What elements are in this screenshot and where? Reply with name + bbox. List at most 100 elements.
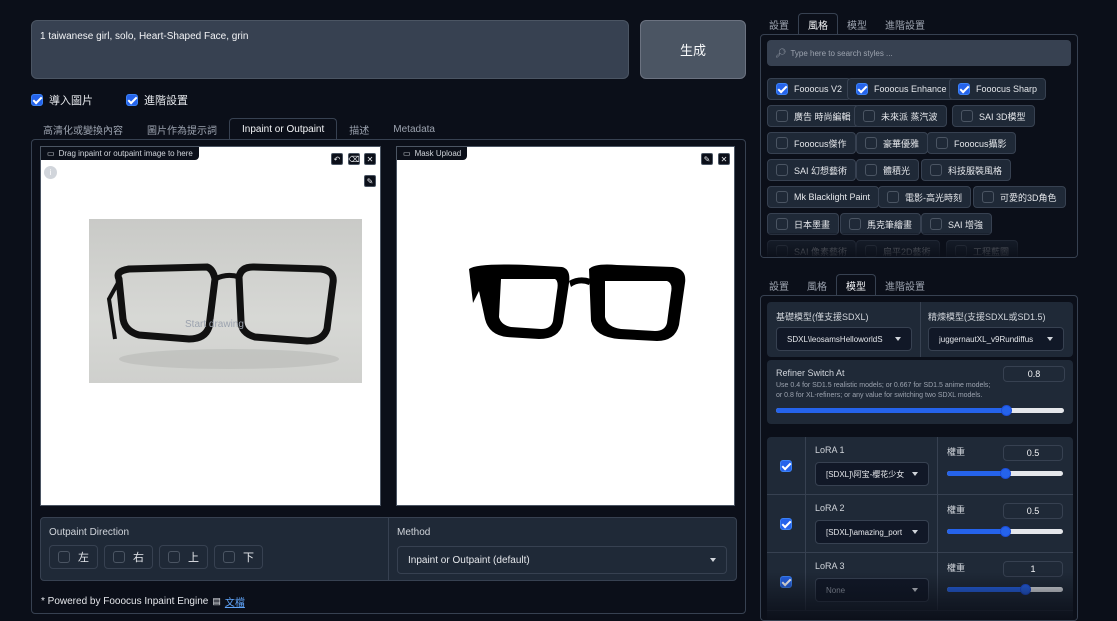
style-chip[interactable]: 廣告 時尚編輯 [767, 105, 860, 127]
tab-describe[interactable]: 描述 [337, 118, 381, 140]
lora-model-dropdown[interactable]: [SDXL]\阿宝-櫻花少女 [815, 462, 929, 486]
slider-thumb[interactable] [1000, 468, 1011, 479]
style-search[interactable]: 🔎︎ Type here to search styles ... [767, 40, 1071, 66]
prompt-textarea[interactable]: 1 taiwanese girl, solo, Heart-Shaped Fac… [31, 20, 629, 79]
tab-image-prompt[interactable]: 圖片作為提示詞 [135, 118, 229, 140]
style-chip-label: Fooocus Sharp [976, 84, 1038, 94]
checkbox-icon[interactable] [930, 164, 942, 176]
checkbox-icon[interactable] [776, 110, 788, 122]
checkbox-icon[interactable] [887, 191, 899, 203]
style-chip[interactable]: Fooocus Sharp [949, 78, 1047, 100]
style-chip[interactable]: 日本墨畫 [767, 213, 840, 235]
style-chip[interactable]: 未來派 蒸汽波 [854, 105, 947, 127]
checkbox-icon[interactable] [982, 191, 994, 203]
styles-panel: 🔎︎ Type here to search styles ... Fooocu… [760, 34, 1078, 258]
checkbox-icon[interactable] [863, 110, 875, 122]
lora-model-dropdown[interactable]: [SDXL]\amazing_port [815, 520, 929, 544]
checkbox-icon[interactable] [168, 551, 180, 563]
tab-upscale[interactable]: 高清化或變換內容 [31, 118, 135, 140]
checkbox-icon[interactable] [936, 137, 948, 149]
direction-right[interactable]: 右 [104, 545, 153, 569]
drag-label: ▭ Drag inpaint or outpaint image to here [41, 147, 199, 160]
style-chip-label: 電影-高光時刻 [905, 192, 962, 203]
checkbox-icon[interactable] [958, 83, 970, 95]
checkbox-icon[interactable] [58, 551, 70, 563]
clear-icon[interactable]: ⌫ [348, 153, 360, 165]
checkbox-icon[interactable] [865, 137, 877, 149]
checkbox-icon[interactable] [223, 551, 235, 563]
direction-left[interactable]: 左 [49, 545, 98, 569]
mask-canvas[interactable]: ▭ Mask Upload ✎ ✕ [396, 146, 735, 506]
direction-bottom[interactable]: 下 [214, 545, 263, 569]
style-chip[interactable]: 豪華優雅 [856, 132, 929, 154]
checkbox-icon[interactable] [930, 218, 942, 230]
refiner-switch-value[interactable]: 0.8 [1003, 366, 1065, 382]
tab-settings[interactable]: 設置 [760, 13, 798, 35]
undo-icon[interactable]: ↶ [331, 153, 343, 165]
checkbox-icon[interactable] [961, 110, 973, 122]
style-chip[interactable]: 馬克筆繪畫 [840, 213, 922, 235]
checkbox-icon[interactable] [849, 218, 861, 230]
lora-weight-value[interactable]: 0.5 [1003, 503, 1063, 519]
style-chip-label: Fooocus Enhance [874, 84, 947, 94]
brush-icon[interactable]: ✎ [364, 175, 376, 187]
tab-advanced-2[interactable]: 進階設置 [876, 274, 934, 296]
style-chip[interactable]: Fooocus攝影 [927, 132, 1016, 154]
model-select-block: 基礎模型(僅支援SDXL) SDXL\leosamsHelloworldS 精煉… [767, 302, 1073, 357]
tab-models-2[interactable]: 模型 [836, 274, 876, 296]
lora-model-value: [SDXL]\amazing_port [826, 527, 903, 537]
checkbox-icon[interactable] [776, 218, 788, 230]
direction-top[interactable]: 上 [159, 545, 208, 569]
method-dropdown[interactable]: Inpaint or Outpaint (default) [397, 546, 727, 574]
info-icon[interactable]: i [44, 166, 57, 179]
generate-button[interactable]: 生成 [640, 20, 746, 79]
tab-styles-2[interactable]: 風格 [798, 274, 836, 296]
refiner-switch-slider[interactable] [776, 405, 1064, 416]
slider-thumb[interactable] [1001, 405, 1013, 416]
style-chip[interactable]: SAI 增強 [921, 213, 993, 235]
style-chip[interactable]: 體積光 [856, 159, 920, 181]
checkbox-icon[interactable] [31, 94, 43, 106]
input-image-label: 導入圖片 [49, 95, 93, 107]
lora-enable-checkbox[interactable] [780, 460, 792, 473]
tab-styles[interactable]: 風格 [798, 13, 838, 35]
close-icon[interactable]: ✕ [718, 153, 730, 165]
lora-enable-checkbox[interactable] [780, 518, 792, 531]
checkbox-icon[interactable] [126, 94, 138, 106]
lora-weight-slider[interactable] [947, 526, 1063, 537]
tab-metadata[interactable]: Metadata [381, 118, 447, 140]
checkbox-icon[interactable] [776, 83, 788, 95]
tab-settings-2[interactable]: 設置 [760, 274, 798, 296]
tab-advanced[interactable]: 進階設置 [876, 13, 934, 35]
style-chip[interactable]: SAI 幻想藝術 [767, 159, 857, 181]
lora-weight-value[interactable]: 0.5 [1003, 445, 1063, 461]
mask-glasses [469, 264, 686, 341]
input-image-option[interactable]: 導入圖片 [31, 92, 93, 108]
style-chip[interactable]: Mk Blacklight Paint [767, 186, 880, 208]
style-chip[interactable]: 科技服裝風格 [921, 159, 1012, 181]
style-chip[interactable]: SAI 3D模型 [952, 105, 1035, 127]
close-icon[interactable]: ✕ [364, 153, 376, 165]
style-chip[interactable]: Fooocus傑作 [767, 132, 856, 154]
style-chip[interactable]: 可愛的3D角色 [973, 186, 1066, 208]
inpaint-canvas[interactable]: ▭ Drag inpaint or outpaint image to here… [40, 146, 381, 506]
tab-inpaint[interactable]: Inpaint or Outpaint [229, 118, 338, 140]
checkbox-icon[interactable] [856, 83, 868, 95]
style-chip-label: 未來派 蒸汽波 [881, 111, 938, 122]
checkbox-icon[interactable] [776, 137, 788, 149]
tab-models[interactable]: 模型 [838, 13, 876, 35]
checkbox-icon[interactable] [113, 551, 125, 563]
docs-link[interactable]: 文檔 [225, 594, 245, 609]
style-chip[interactable]: Fooocus V2 [767, 78, 852, 100]
base-model-dropdown[interactable]: SDXL\leosamsHelloworldS [776, 327, 912, 351]
checkbox-icon[interactable] [776, 164, 788, 176]
slider-thumb[interactable] [1000, 526, 1011, 537]
style-chip[interactable]: 電影-高光時刻 [878, 186, 971, 208]
lora-weight-slider[interactable] [947, 468, 1063, 479]
refiner-model-dropdown[interactable]: juggernautXL_v9Rundiffus [928, 327, 1064, 351]
style-chip[interactable]: Fooocus Enhance [847, 78, 956, 100]
advanced-option[interactable]: 進階設置 [126, 92, 188, 108]
edit-icon[interactable]: ✎ [701, 153, 713, 165]
checkbox-icon[interactable] [865, 164, 877, 176]
checkbox-icon[interactable] [776, 191, 788, 203]
